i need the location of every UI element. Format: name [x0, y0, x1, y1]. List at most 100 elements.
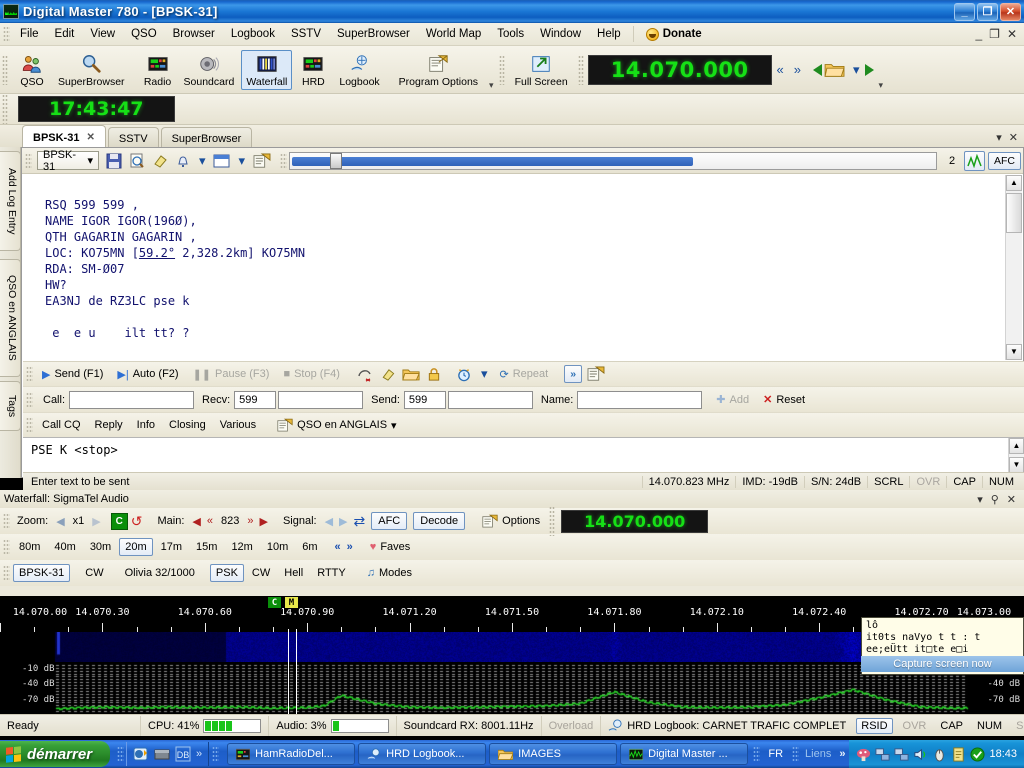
restore-button[interactable]: ❐	[977, 2, 998, 21]
undo-send-button[interactable]	[355, 364, 376, 384]
panel-toolbar-grip[interactable]	[25, 152, 32, 169]
band-next-icon[interactable]: »	[344, 541, 356, 553]
menu-item-sstv[interactable]: SSTV	[283, 25, 329, 43]
expand-button[interactable]: »	[564, 365, 583, 383]
network-icon[interactable]	[875, 747, 890, 762]
chevron-down-icon[interactable]: ▾	[996, 131, 1002, 144]
toolbar-grip[interactable]	[2, 54, 8, 85]
add-log-button[interactable]: ✚ Add	[709, 391, 756, 408]
rx-bearing-link[interactable]: 59.2°	[139, 246, 175, 260]
scroll-down-icon[interactable]: ▼	[1009, 457, 1024, 473]
menu-item-donate[interactable]: Donate	[638, 25, 710, 44]
mdi-minimize-button[interactable]: _	[975, 27, 982, 41]
macro-profile-dropdown[interactable]: QSO en ANGLAIS ▾	[270, 416, 403, 435]
mode-cw-2[interactable]: CW	[246, 564, 276, 582]
toolbar-button-program-options[interactable]: Program Options	[394, 50, 483, 90]
chevron-down-icon[interactable]: ▾	[194, 153, 211, 169]
waterfall-afc-button[interactable]: AFC	[371, 512, 408, 530]
main-prev-fast-icon[interactable]: «	[204, 515, 216, 527]
sidebar-item-tags[interactable]: Tags	[0, 381, 21, 431]
call-input[interactable]	[69, 390, 195, 409]
menu-item-browser[interactable]: Browser	[165, 25, 223, 43]
toolbar-button-hrd[interactable]: HRD	[294, 50, 332, 90]
band-12m[interactable]: 12m	[225, 538, 258, 556]
close-icon[interactable]: ✕	[1009, 131, 1018, 144]
waterfall-options-button[interactable]: Options	[475, 512, 547, 531]
note-icon[interactable]	[951, 746, 966, 762]
tab-bpsk-31[interactable]: BPSK-31 ✕	[22, 125, 106, 147]
slider-grip[interactable]	[280, 152, 288, 169]
frequency-prev-button[interactable]: «	[772, 62, 789, 77]
close-icon[interactable]: ✕	[1007, 493, 1016, 506]
macro-closing[interactable]: Closing	[162, 417, 213, 433]
scroll-up-icon[interactable]: ▲	[1006, 175, 1022, 191]
chevron-double-right-icon[interactable]: »	[196, 748, 202, 760]
name-input[interactable]	[577, 390, 703, 409]
band-30m[interactable]: 30m	[84, 538, 117, 556]
favorite-prev-icon[interactable]	[813, 63, 823, 76]
menu-item-logbook[interactable]: Logbook	[223, 25, 283, 43]
toolbar-grip-frequency[interactable]	[577, 54, 584, 85]
volume-icon[interactable]	[913, 747, 928, 762]
minimize-button[interactable]: _	[954, 2, 975, 21]
clear-button[interactable]	[149, 151, 170, 171]
pause-button[interactable]: ❚❚ Pause (F3)	[186, 366, 277, 383]
taskbar-item-hamradiodeluxe[interactable]: HamRadioDel...	[227, 743, 356, 765]
waterfall-freq-grip[interactable]	[549, 506, 556, 536]
desktop-icon[interactable]	[154, 746, 170, 762]
mode-olivia[interactable]: Olivia 32/1000	[119, 564, 201, 582]
close-icon[interactable]: ✕	[86, 132, 94, 143]
language-indicator[interactable]: FR	[762, 748, 789, 760]
toolbar-button-superbrowser[interactable]: SuperBrowser	[53, 50, 130, 90]
recv-extra-input[interactable]	[278, 390, 364, 409]
open-macro-button[interactable]	[401, 364, 422, 384]
mouse-icon[interactable]	[932, 747, 947, 762]
qso-bar-grip[interactable]	[26, 391, 33, 408]
taskbar-clock[interactable]: 18:43	[989, 748, 1017, 760]
band-10m[interactable]: 10m	[261, 538, 294, 556]
toolbar-button-logbook[interactable]: Logbook	[334, 50, 384, 90]
macro-various[interactable]: Various	[213, 417, 263, 433]
center-marker[interactable]: C	[267, 596, 282, 609]
menu-item-world-map[interactable]: World Map	[418, 25, 489, 43]
afc-toggle-button[interactable]: AFC	[988, 151, 1021, 170]
pin-icon[interactable]: ⚲	[991, 493, 999, 506]
main-frequency-display[interactable]: 14.070.000	[587, 54, 772, 85]
update-icon[interactable]	[970, 746, 985, 762]
mdi-restore-button[interactable]: ❐	[989, 27, 1000, 41]
start-button[interactable]: démarrer	[0, 741, 111, 767]
band-40m[interactable]: 40m	[48, 538, 81, 556]
scroll-down-icon[interactable]: ▼	[1006, 344, 1022, 360]
main-prev-icon[interactable]: ◀	[189, 515, 203, 528]
reset-button[interactable]: ✕ Reset	[756, 391, 812, 408]
menu-item-file[interactable]: File	[12, 25, 47, 43]
mark-marker[interactable]: M	[284, 596, 299, 609]
language-grip[interactable]	[753, 746, 761, 762]
band-15m[interactable]: 15m	[190, 538, 223, 556]
signal-prev-icon[interactable]: ◀	[322, 515, 336, 528]
menu-item-tools[interactable]: Tools	[489, 25, 532, 43]
scrollbar-thumb[interactable]	[1006, 193, 1022, 233]
chevron-down-icon[interactable]: ▾	[234, 153, 251, 169]
mushroom-icon[interactable]	[856, 747, 871, 762]
favorite-next-icon[interactable]	[864, 63, 874, 76]
macro-info[interactable]: Info	[130, 417, 162, 433]
sidebar-item-add-log-entry[interactable]: Add Log Entry	[0, 151, 21, 251]
band-prev-icon[interactable]: «	[332, 541, 344, 553]
toolbar-button-full-screen[interactable]: Full Screen	[510, 50, 573, 90]
outlook-express-icon[interactable]	[133, 746, 149, 762]
band-80m[interactable]: 80m	[13, 538, 46, 556]
send-properties-button[interactable]	[585, 364, 606, 384]
send-button[interactable]: ▶ Send (F1)	[35, 366, 110, 383]
lock-button[interactable]	[424, 364, 445, 384]
main-next-icon[interactable]: ▶	[256, 515, 270, 528]
properties-button[interactable]	[251, 151, 272, 171]
main-next-fast-icon[interactable]: »	[244, 515, 256, 527]
taskbar-item-hrd-logbook[interactable]: HRD Logbook...	[358, 743, 487, 765]
open-folder-icon[interactable]	[824, 61, 846, 79]
close-button[interactable]: ✕	[1000, 2, 1021, 21]
receive-text-area[interactable]: RSQ 599 599 , NAME IGOR IGOR(196Ø), QTH …	[23, 175, 1007, 360]
toolbar-overflow-button[interactable]: ▾	[486, 80, 497, 93]
rsid-toggle[interactable]: RSID	[856, 717, 893, 734]
folder-dropdown-icon[interactable]: ▾	[848, 62, 865, 78]
